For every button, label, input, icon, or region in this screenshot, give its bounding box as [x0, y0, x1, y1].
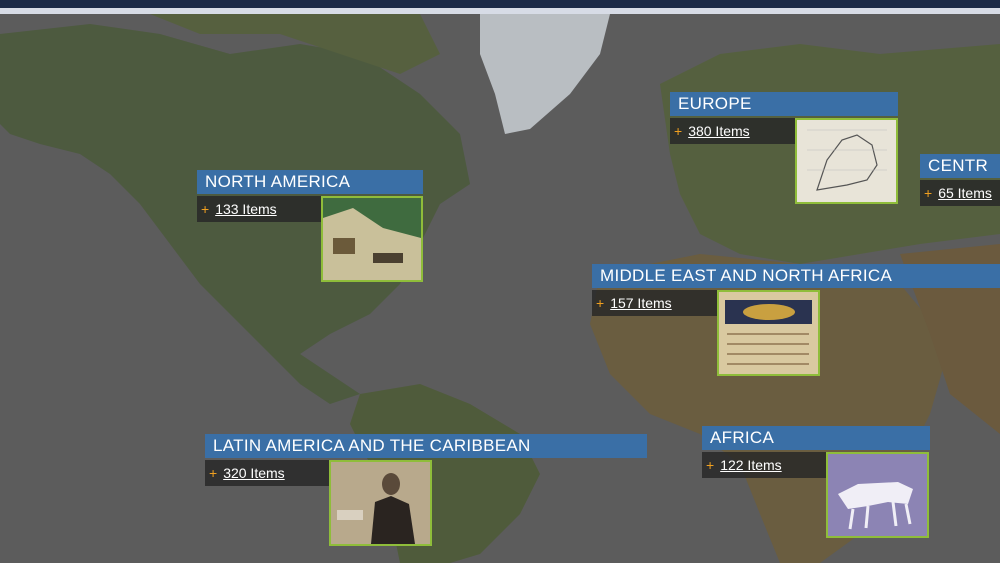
rock-painting-icon: [828, 454, 927, 536]
region-count: +380 Items: [670, 118, 796, 144]
portrait-photo-icon: [331, 462, 430, 544]
region-title[interactable]: LATIN AMERICA AND THE CARIBBEAN: [205, 434, 647, 458]
landscape-sketch-icon: [323, 198, 421, 280]
items-link[interactable]: 320 Items: [223, 465, 284, 481]
region-count: +65 Items: [920, 180, 1000, 206]
top-navigation-bar: [0, 0, 1000, 8]
items-link[interactable]: 380 Items: [688, 123, 749, 139]
plus-icon: +: [209, 465, 218, 481]
region-north-america: NORTH AMERICA +133 Items: [197, 170, 427, 282]
region-middle-east-north-africa: MIDDLE EAST AND NORTH AFRICA +157 Items: [592, 264, 1000, 376]
items-link[interactable]: 122 Items: [720, 457, 781, 473]
region-thumbnail[interactable]: [321, 196, 423, 282]
region-thumbnail[interactable]: [795, 118, 898, 204]
region-africa: AFRICA +122 Items: [702, 426, 932, 538]
world-map[interactable]: NORTH AMERICA +133 Items EUROPE +380 Ite…: [0, 14, 1000, 563]
region-europe: EUROPE +380 Items: [670, 92, 900, 204]
plus-icon: +: [596, 295, 605, 311]
region-thumbnail[interactable]: [329, 460, 432, 546]
region-count: +320 Items: [205, 460, 331, 486]
region-thumbnail[interactable]: [826, 452, 929, 538]
region-count: +133 Items: [197, 196, 323, 222]
region-title[interactable]: EUROPE: [670, 92, 898, 116]
greenland: [480, 14, 610, 134]
region-central: CENTR +65 Items: [920, 154, 1000, 210]
old-map-icon: [797, 120, 896, 202]
items-link[interactable]: 65 Items: [938, 185, 992, 201]
manuscript-icon: [719, 292, 818, 374]
plus-icon: +: [201, 201, 210, 217]
region-title[interactable]: AFRICA: [702, 426, 930, 450]
items-link[interactable]: 133 Items: [215, 201, 276, 217]
items-link[interactable]: 157 Items: [610, 295, 671, 311]
plus-icon: +: [674, 123, 683, 139]
region-thumbnail[interactable]: [717, 290, 820, 376]
region-count: +157 Items: [592, 290, 718, 316]
region-latin-america: LATIN AMERICA AND THE CARIBBEAN +320 Ite…: [205, 434, 650, 546]
region-title[interactable]: MIDDLE EAST AND NORTH AFRICA: [592, 264, 1000, 288]
region-title[interactable]: CENTR: [920, 154, 1000, 178]
region-title[interactable]: NORTH AMERICA: [197, 170, 423, 194]
region-count: +122 Items: [702, 452, 828, 478]
plus-icon: +: [924, 185, 933, 201]
plus-icon: +: [706, 457, 715, 473]
